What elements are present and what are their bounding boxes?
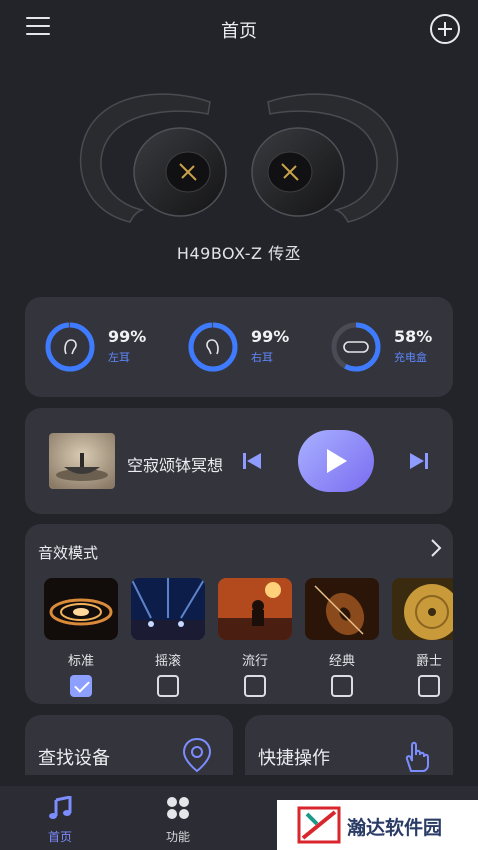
track-title: 空寂颂钵冥想	[127, 456, 224, 475]
play-icon	[327, 449, 347, 473]
battery-case-label: 充电盒	[394, 351, 427, 364]
battery-left-label: 左耳	[108, 351, 130, 364]
battery-right-percent: 99%	[251, 327, 290, 346]
sound-mode-label: 流行	[241, 654, 268, 669]
chevron-right-icon	[431, 539, 442, 557]
quick-action-label: 快捷操作	[258, 748, 330, 769]
tab-home-label: 首页	[47, 830, 72, 844]
sound-mode-jazz: 爵士	[392, 578, 453, 697]
player-card: 空寂颂钵冥想	[25, 408, 453, 514]
sound-mode-checkbox[interactable]	[331, 675, 353, 697]
watermark-text: 瀚达软件园	[347, 817, 443, 839]
page-title: 首页	[221, 21, 257, 42]
tab-functions[interactable]: 功能	[148, 796, 208, 845]
battery-case-percent: 58%	[394, 327, 433, 346]
sound-mode-label: 经典	[328, 654, 355, 669]
watermark-logo-icon	[297, 806, 341, 844]
find-device-label: 查找设备	[38, 748, 110, 769]
tap-hand-icon	[405, 741, 429, 772]
music-note-icon	[49, 795, 72, 819]
quick-action-tile[interactable]: 快捷操作	[245, 715, 453, 775]
sound-mode-checkbox[interactable]	[157, 675, 179, 697]
battery-left-percent: 99%	[108, 327, 147, 346]
battery-right-label: 右耳	[251, 351, 273, 364]
right-ear-icon	[206, 339, 219, 355]
tab-functions-label: 功能	[165, 830, 190, 844]
earbuds-image	[79, 93, 399, 223]
sound-mode-thumb[interactable]	[305, 578, 379, 640]
sound-mode-classic: 经典	[305, 578, 379, 697]
device-name: H49BOX-Z 传丞	[176, 244, 302, 263]
skip-next-icon	[410, 453, 428, 469]
find-device-tile[interactable]: 查找设备	[25, 715, 233, 775]
sound-mode-checkbox[interactable]	[70, 675, 92, 697]
grid-icon	[167, 797, 189, 819]
sound-mode-pop: 流行	[218, 578, 292, 697]
previous-button[interactable]	[241, 452, 263, 470]
sound-mode-thumb[interactable]	[131, 578, 205, 640]
sound-mode-checkbox[interactable]	[418, 675, 440, 697]
left-ear-icon	[64, 339, 77, 355]
battery-ring-left	[45, 322, 95, 372]
sound-mode-label: 摇滚	[154, 654, 181, 669]
sound-mode-label: 标准	[67, 654, 94, 669]
skip-previous-icon	[243, 453, 261, 469]
next-button[interactable]	[408, 452, 430, 470]
add-device-button[interactable]	[430, 14, 460, 44]
battery-ring-case	[331, 322, 381, 372]
sound-mode-title: 音效模式	[38, 544, 99, 562]
tab-home[interactable]: 首页	[30, 795, 90, 845]
sound-mode-more-button[interactable]	[428, 538, 444, 558]
top-bar: 首页	[0, 0, 478, 56]
battery-card: 99% 左耳 99% 右耳 58% 充电盒	[25, 297, 453, 397]
battery-ring-right	[188, 322, 238, 372]
sound-mode-thumb[interactable]	[218, 578, 292, 640]
sound-mode-rock: 摇滚	[131, 578, 205, 697]
sound-mode-thumb[interactable]	[392, 578, 453, 640]
sound-mode-standard: 标准	[44, 578, 118, 697]
charging-case-icon	[343, 341, 369, 353]
sound-mode-thumb[interactable]	[44, 578, 118, 640]
play-button[interactable]	[298, 430, 374, 492]
location-pin-icon	[182, 737, 212, 773]
sound-mode-checkbox[interactable]	[244, 675, 266, 697]
watermark: 瀚达软件园	[277, 800, 478, 850]
sound-mode-label: 爵士	[415, 654, 442, 669]
sound-mode-card: 音效模式 标准 摇滚 流行 经典 爵士	[25, 524, 453, 704]
album-cover[interactable]	[49, 433, 115, 489]
